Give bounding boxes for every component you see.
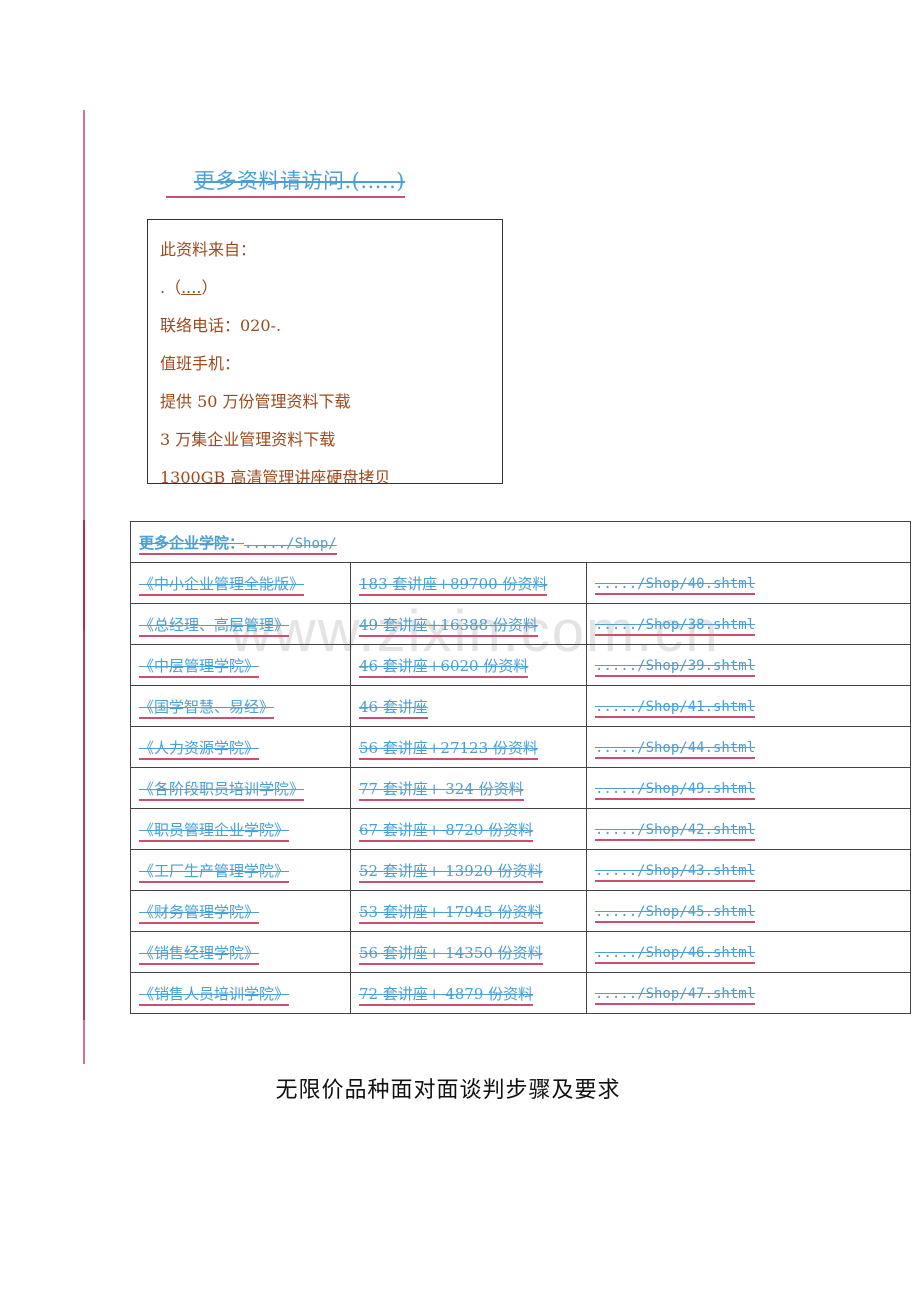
course-url-cell: ...../Shop/46.shtml xyxy=(586,931,911,973)
course-content-link[interactable]: 56 套讲座+ 14350 份资料 xyxy=(359,943,543,965)
course-name-link[interactable]: 《人力资源学院》 xyxy=(139,738,260,760)
course-content-cell: 46 套讲座 xyxy=(350,685,587,727)
course-content-link[interactable]: 49 套讲座+16388 份资料 xyxy=(359,615,538,637)
offer-line-1: 提供 50 万份管理资料下载 xyxy=(160,392,351,411)
visit-more-link[interactable]: 更多资料请访问.(.....) xyxy=(166,168,405,198)
course-name-cell: 《销售人员培训学院》 xyxy=(130,972,351,1014)
table-row: 《中层管理学院》 46 套讲座+6020 份资料 ...../Shop/39.sht… xyxy=(130,644,911,686)
course-name-cell: 《中层管理学院》 xyxy=(130,644,351,686)
table-row: 《各阶段职员培训学院》 77 套讲座+ 324 份资料 ...../Shop/49.… xyxy=(130,767,911,809)
margin-bar xyxy=(83,110,85,1064)
course-name-cell: 《人力资源学院》 xyxy=(130,726,351,768)
course-name-cell: 《总经理、高层管理》 xyxy=(130,603,351,645)
table-row: 《职员管理企业学院》 67 套讲座+ 8720 份资料 ...../Shop/42.… xyxy=(130,808,911,850)
course-name-link[interactable]: 《总经理、高层管理》 xyxy=(139,615,290,637)
table-row: 《销售经理学院》 56 套讲座+ 14350 份资料 ...../Shop/46.s… xyxy=(130,931,911,973)
course-url-cell: ...../Shop/40.shtml xyxy=(586,562,911,604)
course-name-cell: 《工厂生产管理学院》 xyxy=(130,849,351,891)
course-url-link[interactable]: ...../Shop/44.shtml xyxy=(595,740,756,759)
course-content-cell: 56 套讲座+ 14350 份资料 xyxy=(350,931,587,973)
course-content-link[interactable]: 77 套讲座+ 324 份资料 xyxy=(359,779,524,801)
more-academies-link[interactable]: 更多企业学院：...../Shop/ xyxy=(139,533,337,555)
margin-bar-segment xyxy=(83,630,85,1020)
table-row: 《工厂生产管理学院》 52 套讲座+ 13920 份资料 ...../Shop/43… xyxy=(130,849,911,891)
course-name-cell: 《财务管理学院》 xyxy=(130,890,351,932)
course-table: 更多企业学院：...../Shop/ 《中小企业管理全能版》 183 套讲座+89… xyxy=(130,521,911,1014)
course-url-link[interactable]: ...../Shop/43.shtml xyxy=(595,863,756,882)
course-content-link[interactable]: 67 套讲座+ 8720 份资料 xyxy=(359,820,534,842)
header-url: ...../Shop/ xyxy=(244,535,337,552)
course-name-link[interactable]: 《各阶段职员培训学院》 xyxy=(139,779,305,801)
course-content-link[interactable]: 46 套讲座+6020 份资料 xyxy=(359,656,529,678)
course-content-link[interactable]: 72 套讲座+ 4879 份资料 xyxy=(359,984,534,1006)
table-row: 《财务管理学院》 53 套讲座+ 17945 份资料 ...../Shop/45.s… xyxy=(130,890,911,932)
table-row: 《销售人员培训学院》 72 套讲座+ 4879 份资料 ...../Shop/47.… xyxy=(130,972,911,1014)
course-name-link[interactable]: 《中层管理学院》 xyxy=(139,656,260,678)
course-url-cell: ...../Shop/42.shtml xyxy=(586,808,911,850)
duty-mobile: 值班手机： xyxy=(160,354,241,373)
course-content-link[interactable]: 53 套讲座+ 17945 份资料 xyxy=(359,902,543,924)
course-content-link[interactable]: 183 套讲座+89700 份资料 xyxy=(359,574,548,596)
table-header-row: 更多企业学院：...../Shop/ xyxy=(130,521,911,563)
course-name-cell: 《销售经理学院》 xyxy=(130,931,351,973)
course-url-cell: ...../Shop/43.shtml xyxy=(586,849,911,891)
course-name-cell: 《职员管理企业学院》 xyxy=(130,808,351,850)
course-url-link[interactable]: ...../Shop/45.shtml xyxy=(595,904,756,923)
course-name-cell: 《各阶段职员培训学院》 xyxy=(130,767,351,809)
offer-line-3: 1300GB 高清管理讲座硬盘拷贝 xyxy=(160,468,391,484)
course-name-link[interactable]: 《国学智慧、易经》 xyxy=(139,697,275,719)
course-content-cell: 56 套讲座+27123 份资料 xyxy=(350,726,587,768)
table-row: 《中小企业管理全能版》 183 套讲座+89700 份资料 ...../Shop/4… xyxy=(130,562,911,604)
course-name-link[interactable]: 《中小企业管理全能版》 xyxy=(139,574,305,596)
margin-bar-segment xyxy=(83,520,85,632)
course-url-cell: ...../Shop/47.shtml xyxy=(586,972,911,1014)
course-content-cell: 72 套讲座+ 4879 份资料 xyxy=(350,972,587,1014)
course-url-cell: ...../Shop/49.shtml xyxy=(586,767,911,809)
course-content-link[interactable]: 52 套讲座+ 13920 份资料 xyxy=(359,861,543,883)
course-url-link[interactable]: ...../Shop/39.shtml xyxy=(595,658,756,677)
course-content-cell: 46 套讲座+6020 份资料 xyxy=(350,644,587,686)
course-url-cell: ...../Shop/44.shtml xyxy=(586,726,911,768)
document-title: 无限价品种面对面谈判步骤及要求 xyxy=(275,1078,621,1103)
offer-line-2: 3 万集企业管理资料下载 xyxy=(160,430,336,449)
course-name-cell: 《国学智慧、易经》 xyxy=(130,685,351,727)
source-url-prefix: .（ xyxy=(160,278,182,297)
course-name-link[interactable]: 《工厂生产管理学院》 xyxy=(139,861,290,883)
source-url-link[interactable]: .... xyxy=(181,278,201,297)
course-content-cell: 77 套讲座+ 324 份资料 xyxy=(350,767,587,809)
table-row: 《总经理、高层管理》 49 套讲座+16388 份资料 ...../Shop/38.… xyxy=(130,603,911,645)
source-info-box: 此资料来自： .（....） 联络电话：020-. 值班手机： 提供 50 万份… xyxy=(147,219,503,484)
course-content-cell: 53 套讲座+ 17945 份资料 xyxy=(350,890,587,932)
course-name-link[interactable]: 《销售人员培训学院》 xyxy=(139,984,290,1006)
course-content-cell: 49 套讲座+16388 份资料 xyxy=(350,603,587,645)
course-name-cell: 《中小企业管理全能版》 xyxy=(130,562,351,604)
course-url-link[interactable]: ...../Shop/38.shtml xyxy=(595,617,756,636)
source-url-suffix: ） xyxy=(201,278,218,297)
contact-phone: 联络电话：020-. xyxy=(160,316,282,335)
course-content-link[interactable]: 56 套讲座+27123 份资料 xyxy=(359,738,538,760)
table-header-cell: 更多企业学院：...../Shop/ xyxy=(130,521,911,563)
table-row: 《国学智慧、易经》 46 套讲座 ...../Shop/41.shtml xyxy=(130,685,911,727)
course-name-link[interactable]: 《销售经理学院》 xyxy=(139,943,260,965)
course-url-cell: ...../Shop/39.shtml xyxy=(586,644,911,686)
course-content-cell: 183 套讲座+89700 份资料 xyxy=(350,562,587,604)
course-name-link[interactable]: 《财务管理学院》 xyxy=(139,902,260,924)
course-url-link[interactable]: ...../Shop/40.shtml xyxy=(595,576,756,595)
header-label: 更多企业学院： xyxy=(139,533,245,552)
course-url-link[interactable]: ...../Shop/46.shtml xyxy=(595,945,756,964)
course-content-cell: 52 套讲座+ 13920 份资料 xyxy=(350,849,587,891)
table-row: 《人力资源学院》 56 套讲座+27123 份资料 ...../Shop/44.sh… xyxy=(130,726,911,768)
course-url-link[interactable]: ...../Shop/49.shtml xyxy=(595,781,756,800)
course-url-cell: ...../Shop/38.shtml xyxy=(586,603,911,645)
course-url-link[interactable]: ...../Shop/47.shtml xyxy=(595,986,756,1005)
course-url-cell: ...../Shop/45.shtml xyxy=(586,890,911,932)
course-content-link[interactable]: 46 套讲座 xyxy=(359,697,428,719)
source-label: 此资料来自： xyxy=(160,240,257,259)
source-url-line: .（....） xyxy=(160,274,217,298)
course-url-cell: ...../Shop/41.shtml xyxy=(586,685,911,727)
course-name-link[interactable]: 《职员管理企业学院》 xyxy=(139,820,290,842)
course-url-link[interactable]: ...../Shop/41.shtml xyxy=(595,699,756,718)
course-url-link[interactable]: ...../Shop/42.shtml xyxy=(595,822,756,841)
course-content-cell: 67 套讲座+ 8720 份资料 xyxy=(350,808,587,850)
